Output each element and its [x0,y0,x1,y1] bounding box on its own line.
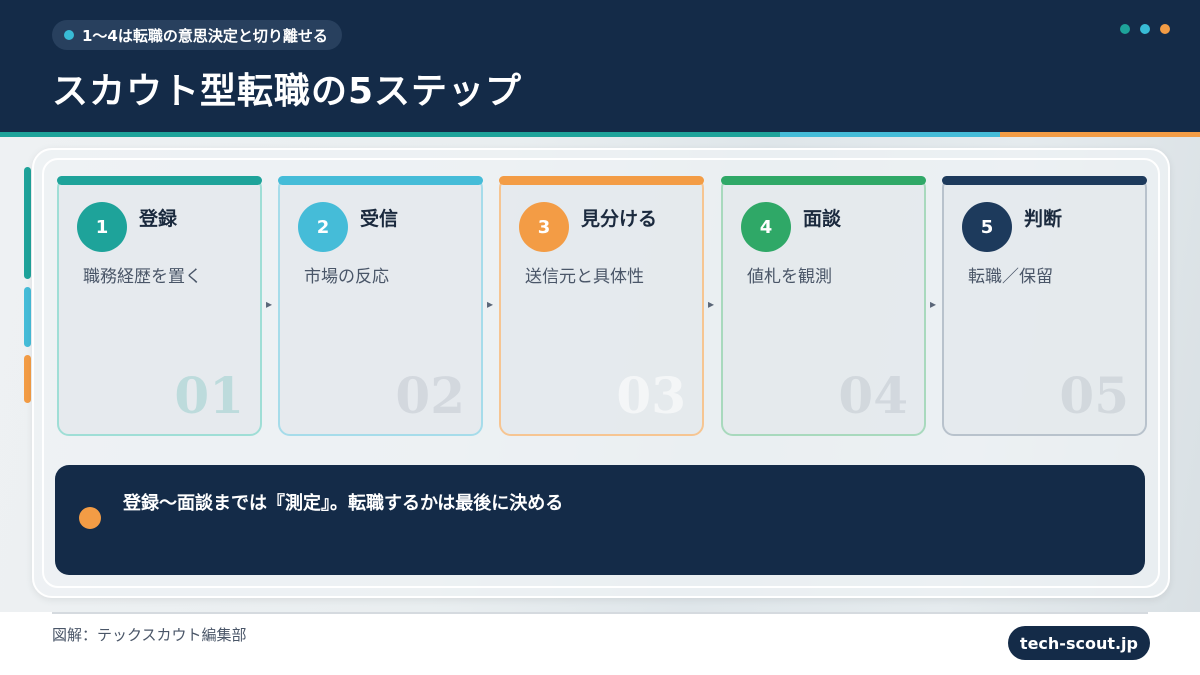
step-card-3: 3 見分ける 送信元と具体性 03 [499,176,704,436]
left-bar-orange [24,355,31,403]
note-text: 登録〜面談までは『測定』。転職するかは最後に決める [123,493,564,514]
arrow-right-icon: ▸ [707,297,715,311]
step-card-2: 2 受信 市場の反応 02 [278,176,483,436]
step-big-number: 04 [838,366,908,425]
step-bar [721,176,926,185]
header: 1〜4は転職の意思決定と切り離せる スカウト型転職の5ステップ [0,0,1200,132]
note-box: 登録〜面談までは『測定』。転職するかは最後に決める [55,465,1145,575]
step-big-number: 03 [616,366,686,425]
step-description: 値札を観測 [747,267,832,287]
footer-divider [52,612,1148,614]
arrow-right-icon: ▸ [486,297,494,311]
step-title: 受信 [360,208,399,230]
step-description: 市場の反応 [304,267,389,287]
step-number-badge: 2 [298,202,348,252]
step-bar [499,176,704,185]
left-bar-teal [24,167,31,279]
step-bar [942,176,1147,185]
step-title: 登録 [139,208,178,230]
step-big-number: 02 [395,366,465,425]
step-bar [57,176,262,185]
step-number-badge: 3 [519,202,569,252]
header-badge: 1〜4は転職の意思決定と切り離せる [52,20,342,50]
dot-teal-icon [1120,24,1130,34]
dot-orange-icon [1160,24,1170,34]
left-accent-bars [24,167,31,411]
step-description: 転職／保留 [968,267,1053,287]
step-number-badge: 1 [77,202,127,252]
step-card-4: 4 面談 値札を観測 04 [721,176,926,436]
note-dot-icon [79,507,101,529]
step-card-5: 5 判断 転職／保留 05 [942,176,1147,436]
site-badge[interactable]: tech-scout.jp [1007,626,1150,660]
arrow-right-icon: ▸ [265,297,273,311]
header-badge-label: 1〜4は転職の意思決定と切り離せる [82,26,328,45]
step-description: 職務経歴を置く [83,267,202,287]
step-bar [278,176,483,185]
step-title: 面談 [803,208,842,230]
step-number-badge: 4 [741,202,791,252]
left-bar-cyan [24,287,31,347]
footer-credit: 図解：テックスカウト編集部 [52,626,247,644]
step-card-1: 1 登録 職務経歴を置く 01 [57,176,262,436]
page-title: スカウト型転職の5ステップ [52,71,523,112]
arrow-right-icon: ▸ [929,297,937,311]
dot-cyan-icon [1140,24,1150,34]
step-description: 送信元と具体性 [525,267,644,287]
header-dots [1120,24,1170,34]
step-title: 判断 [1024,208,1063,230]
step-big-number: 05 [1059,366,1129,425]
badge-dot-icon [64,30,74,40]
step-big-number: 01 [174,366,244,425]
step-number-badge: 5 [962,202,1012,252]
step-title: 見分ける [581,208,658,230]
